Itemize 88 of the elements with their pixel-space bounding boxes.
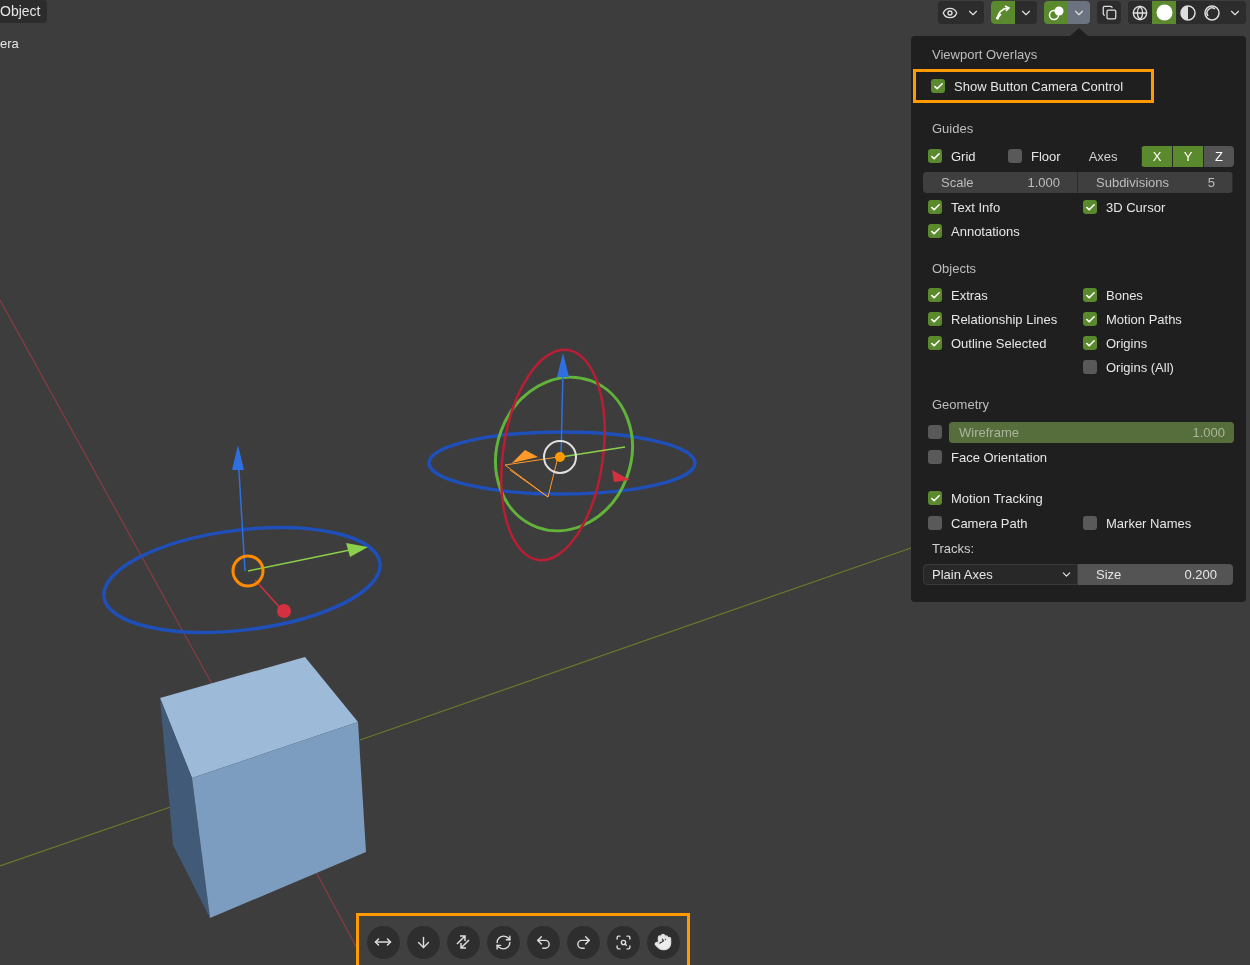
checkbox[interactable]	[931, 79, 945, 93]
checkbox-option[interactable]: 3D Cursor	[1083, 199, 1166, 215]
focus-target-icon	[614, 933, 632, 951]
checkbox[interactable]	[1008, 149, 1022, 163]
checkbox[interactable]	[928, 491, 942, 505]
checkbox-option[interactable]: Floor	[1008, 148, 1061, 164]
tracks-label: Tracks:	[931, 540, 975, 556]
checkbox[interactable]	[1083, 312, 1097, 326]
checkbox[interactable]	[1083, 516, 1097, 530]
checkbox[interactable]	[928, 149, 942, 163]
checkbox[interactable]	[928, 336, 942, 350]
section-heading: Objects	[931, 260, 978, 278]
checkbox-option[interactable]: Show Button Camera Control	[931, 78, 1124, 94]
overlapping-circles-icon	[1047, 4, 1065, 21]
dropdown-toggle[interactable]	[1068, 1, 1090, 24]
wireframe-sphere-icon	[1132, 4, 1148, 21]
checkbox-option[interactable]: Motion Paths	[1083, 311, 1182, 327]
checkbox-option[interactable]: Outline Selected	[928, 335, 1047, 351]
rotate-arrows-icon	[494, 933, 512, 951]
check-icon	[929, 337, 941, 349]
section-heading: Viewport Overlays	[931, 46, 1039, 64]
checkbox[interactable]	[928, 516, 942, 530]
checkbox[interactable]	[928, 288, 942, 302]
number-field[interactable]: Scale 1.000	[923, 171, 1078, 193]
checkbox[interactable]	[928, 224, 942, 238]
camera-tool-button[interactable]	[526, 925, 560, 959]
checkbox-option[interactable]: Grid	[928, 148, 976, 164]
check-icon	[929, 492, 941, 504]
axis-toggle[interactable]: Y	[1172, 145, 1203, 167]
check-icon	[1084, 201, 1096, 213]
checkbox[interactable]	[928, 312, 942, 326]
checkbox-option[interactable]: Face Orientation	[928, 449, 1048, 465]
section-heading: Geometry	[931, 396, 991, 414]
checkbox[interactable]	[928, 425, 942, 439]
number-field[interactable]: Subdivisions 5	[1078, 171, 1233, 193]
header-toggle[interactable]	[991, 1, 1015, 24]
checkbox-option[interactable]: Origins	[1083, 335, 1148, 351]
check-icon	[929, 150, 941, 162]
camera-tool-button[interactable]	[366, 925, 400, 959]
checkbox-option[interactable]: Origins (All)	[1083, 359, 1174, 375]
hand-icon	[654, 933, 672, 951]
checkbox-option[interactable]: Camera Path	[928, 515, 1028, 531]
check-icon	[929, 225, 941, 237]
checkbox-option[interactable]: Extras	[928, 287, 988, 303]
check-icon	[929, 289, 941, 301]
checkbox[interactable]	[1083, 360, 1097, 374]
checkbox[interactable]	[1083, 200, 1097, 214]
checkbox-option[interactable]: Motion Tracking	[928, 490, 1043, 506]
check-icon	[1084, 289, 1096, 301]
gizmo-arrows-icon	[995, 4, 1011, 21]
track-display-dropdown[interactable]: Plain Axes	[923, 563, 1078, 585]
check-icon	[1084, 313, 1096, 325]
camera-tool-button[interactable]	[486, 925, 520, 959]
redo-arrow-icon	[574, 933, 592, 951]
slider-value: 1.000	[1192, 424, 1225, 440]
check-icon	[929, 201, 941, 213]
axes-label: Axes	[1088, 148, 1118, 164]
camera-tool-button[interactable]	[566, 925, 600, 959]
diagonal-arrows-icon	[454, 933, 472, 951]
checkbox-option[interactable]: Bones	[1083, 287, 1143, 303]
half-shaded-sphere-icon	[1180, 4, 1196, 21]
checkbox[interactable]	[928, 200, 942, 214]
shaded-sphere-icon	[1204, 4, 1220, 21]
checkbox-option[interactable]: Text Info	[928, 199, 1001, 215]
check-icon	[932, 80, 944, 92]
size-field[interactable]: Size 0.200	[1078, 563, 1233, 585]
checkbox-option[interactable]: Marker Names	[1083, 515, 1192, 531]
check-icon	[1084, 337, 1096, 349]
checkbox[interactable]	[1083, 336, 1097, 350]
slider-label: Wireframe	[959, 424, 1019, 440]
solid-sphere-icon	[1155, 4, 1173, 21]
checkbox[interactable]	[928, 450, 942, 464]
axis-toggle[interactable]: X	[1141, 145, 1172, 167]
header-toggle[interactable]	[1044, 1, 1068, 24]
section-heading: Guides	[931, 120, 975, 138]
camera-tool-button[interactable]	[646, 925, 680, 959]
axis-toggle[interactable]: Z	[1203, 145, 1234, 167]
mode-dropdown[interactable]: Object	[0, 0, 47, 23]
object-label: era	[0, 36, 20, 51]
undo-arrow-icon	[534, 933, 552, 951]
checkbox[interactable]	[1083, 288, 1097, 302]
checkbox-option[interactable]: Relationship Lines	[928, 311, 1058, 327]
header-toggle[interactable]	[1152, 1, 1176, 24]
overlapping-squares-icon	[1101, 5, 1117, 20]
camera-tool-button[interactable]	[606, 925, 640, 959]
check-icon	[929, 313, 941, 325]
camera-tool-button[interactable]	[446, 925, 480, 959]
checkbox-option[interactable]: Annotations	[928, 223, 1020, 239]
